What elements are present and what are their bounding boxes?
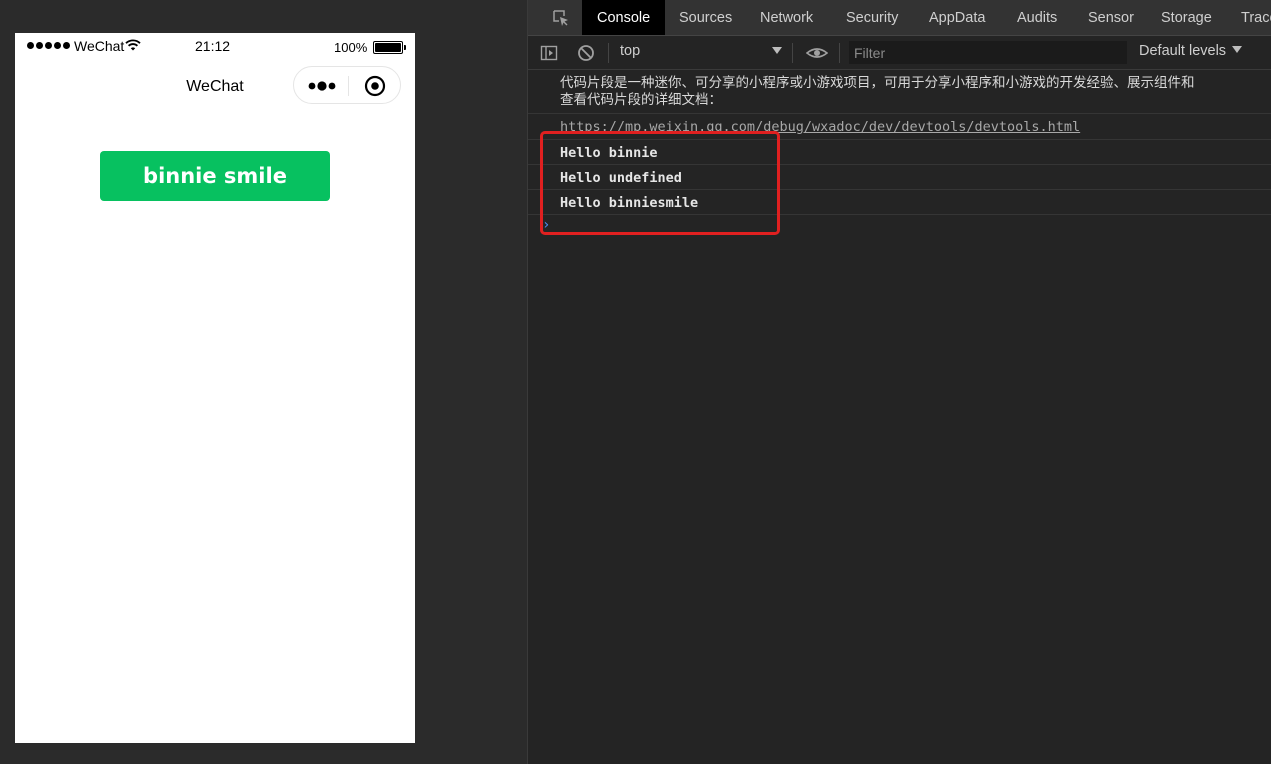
wifi-icon [125,39,141,51]
toolbar-separator [839,43,840,63]
log-levels-label: Default levels [1139,43,1227,59]
battery-icon [373,41,406,54]
tab-console[interactable]: Console [582,0,666,35]
binnie-smile-button[interactable]: binnie smile [100,151,330,201]
nav-bar: WeChat [15,61,415,109]
console-link-message: https://mp.weixin.qq.com/debug/wxadoc/de… [528,114,1271,140]
chevron-down-icon [1232,46,1243,53]
more-icon[interactable] [306,78,340,94]
console-prompt[interactable]: › [542,217,550,233]
capsule-menu [293,66,401,104]
context-selector[interactable]: top [620,43,640,59]
carrier-name: WeChat [74,38,125,54]
sidebar-toggle-icon[interactable] [540,44,558,62]
tab-network[interactable]: Network [760,0,813,35]
tab-sources[interactable]: Sources [679,0,732,35]
eye-icon[interactable] [806,44,828,62]
status-bar: WeChat 21:12 100% [15,33,415,61]
devtools-tab-bar: Console Sources Network Security AppData… [528,0,1271,36]
log-levels-dropdown[interactable]: Default levels [1139,43,1243,59]
status-time: 21:12 [195,38,231,54]
console-info-message: 代码片段是一种迷你、可分享的小程序或小游戏项目，可用于分享小程序和小游戏的开发经… [528,70,1271,114]
console-log-row: Hello binniesmile [528,190,1271,215]
battery-percent: 100% [334,40,368,55]
signal-strength-icon [27,42,70,49]
console-log-row: Hello undefined [528,165,1271,190]
close-mini-program-icon[interactable] [364,75,386,97]
tab-appdata[interactable]: AppData [929,0,985,35]
tab-security[interactable]: Security [846,0,898,35]
inspect-element-icon[interactable] [552,9,570,27]
context-dropdown-icon[interactable] [772,47,782,54]
capsule-divider [348,76,349,96]
info-text-line: 代码片段是一种迷你、可分享的小程序或小游戏项目，可用于分享小程序和小游戏的开发经… [560,75,1195,91]
toolbar-separator [608,43,609,63]
tab-audits[interactable]: Audits [1017,0,1057,35]
clear-console-icon[interactable] [577,44,595,62]
tab-sensor[interactable]: Sensor [1088,0,1134,35]
info-text-line: 查看代码片段的详细文档： [560,92,722,108]
console-toolbar: top Default levels [528,36,1271,70]
phone-screen: WeChat 21:12 100% WeChat binnie smile [15,33,415,743]
console-messages: 代码片段是一种迷你、可分享的小程序或小游戏项目，可用于分享小程序和小游戏的开发经… [528,70,1271,215]
simulator-panel: WeChat 21:12 100% WeChat binnie smile [0,0,527,764]
filter-input[interactable] [849,41,1127,64]
console-log-row: Hello binnie [528,140,1271,165]
docs-link[interactable]: https://mp.weixin.qq.com/debug/wxadoc/de… [560,119,1080,135]
tab-trace[interactable]: Trace [1241,0,1271,35]
tab-storage[interactable]: Storage [1161,0,1212,35]
devtools-panel: Console Sources Network Security AppData… [527,0,1271,764]
toolbar-separator [792,43,793,63]
